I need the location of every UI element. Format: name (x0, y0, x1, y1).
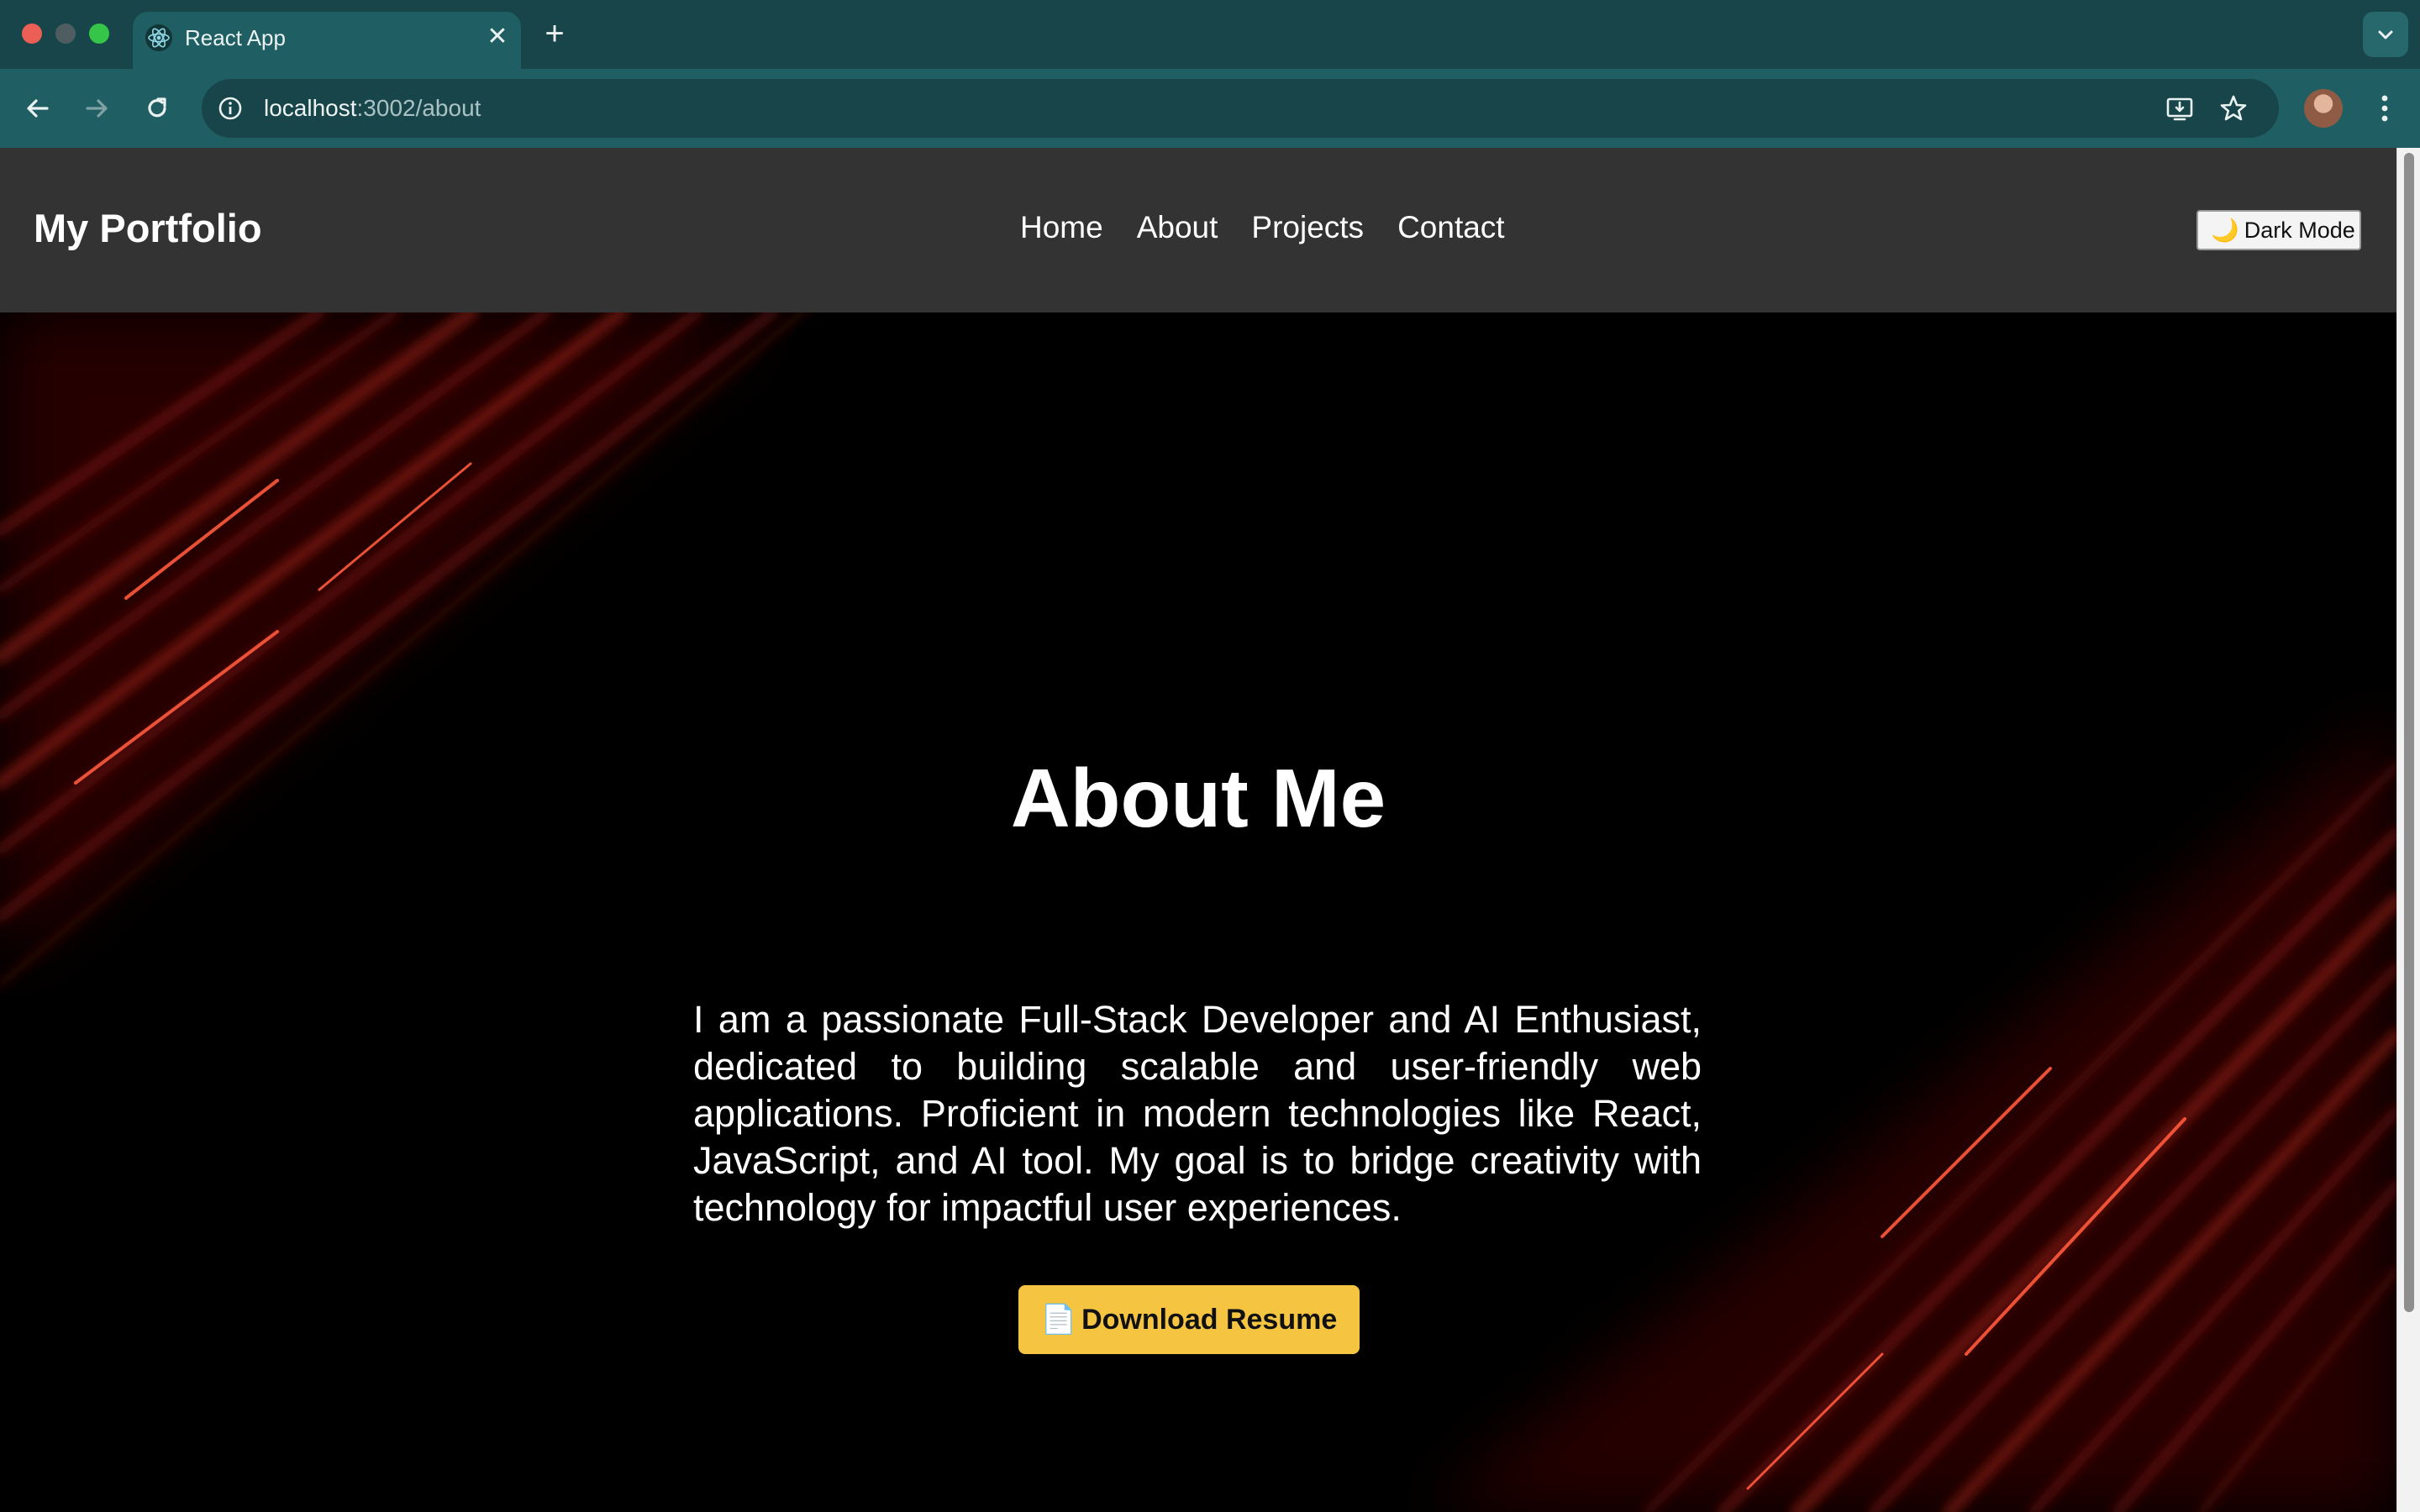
chevron-down-icon (2378, 30, 2393, 39)
site-logo[interactable]: My Portfolio (34, 203, 262, 254)
bookmark-star-icon[interactable] (2218, 93, 2249, 123)
reload-button[interactable] (136, 87, 178, 129)
document-icon: 📄 (1040, 1304, 1077, 1336)
page-viewport: My Portfolio Home About Projects Contact… (0, 148, 2420, 1512)
reload-icon (148, 97, 166, 118)
nav-link-projects[interactable]: Projects (1251, 207, 1364, 249)
url-path: :3002/about (356, 95, 481, 121)
download-resume-button[interactable]: 📄 Download Resume (1018, 1285, 1360, 1354)
dark-mode-toggle-button[interactable]: 🌙 Dark Mode (2196, 210, 2361, 250)
browser-tab[interactable]: React App ✕ (133, 12, 521, 69)
web-page: My Portfolio Home About Projects Contact… (0, 148, 2396, 1512)
main-nav: Home About Projects Contact (1020, 207, 1505, 249)
page-title: About Me (1010, 752, 1386, 844)
moon-icon: 🌙 (2211, 218, 2239, 243)
browser-toolbar: localhost:3002/about (0, 69, 2420, 148)
install-app-icon[interactable] (2165, 93, 2195, 123)
about-bio-text: I am a passionate Full-Stack Developer a… (693, 998, 1702, 1229)
browser-tab-strip: React App ✕ + (0, 0, 2420, 69)
tab-search-button[interactable] (2363, 12, 2408, 57)
dark-mode-label: Dark Mode (2244, 218, 2355, 243)
react-favicon-icon (145, 24, 172, 51)
tab-title: React App (185, 25, 286, 50)
nav-link-home[interactable]: Home (1020, 207, 1103, 249)
new-tab-plus-icon[interactable]: + (538, 17, 571, 50)
window-minimize-button[interactable] (55, 24, 76, 44)
window-close-button[interactable] (22, 24, 42, 44)
forward-arrow-icon (86, 99, 108, 118)
forward-button[interactable] (76, 87, 118, 129)
site-info-icon[interactable] (215, 93, 245, 123)
url-host: localhost (264, 95, 357, 121)
tab-close-icon[interactable]: ✕ (482, 22, 513, 52)
download-resume-label: Download Resume (1081, 1304, 1338, 1336)
scrollbar-thumb[interactable] (2404, 153, 2414, 1312)
url-text: localhost:3002/about (264, 93, 481, 123)
nav-link-about[interactable]: About (1137, 207, 1218, 249)
nav-link-contact[interactable]: Contact (1397, 207, 1505, 249)
kebab-menu-icon[interactable] (2368, 87, 2402, 129)
back-arrow-icon (27, 99, 49, 118)
site-header: My Portfolio Home About Projects Contact… (0, 148, 2396, 312)
profile-avatar[interactable] (2304, 89, 2343, 128)
window-maximize-button[interactable] (89, 24, 109, 44)
address-bar[interactable]: localhost:3002/about (202, 79, 2279, 138)
page-scrollbar[interactable] (2396, 148, 2420, 1512)
back-button[interactable] (17, 87, 59, 129)
